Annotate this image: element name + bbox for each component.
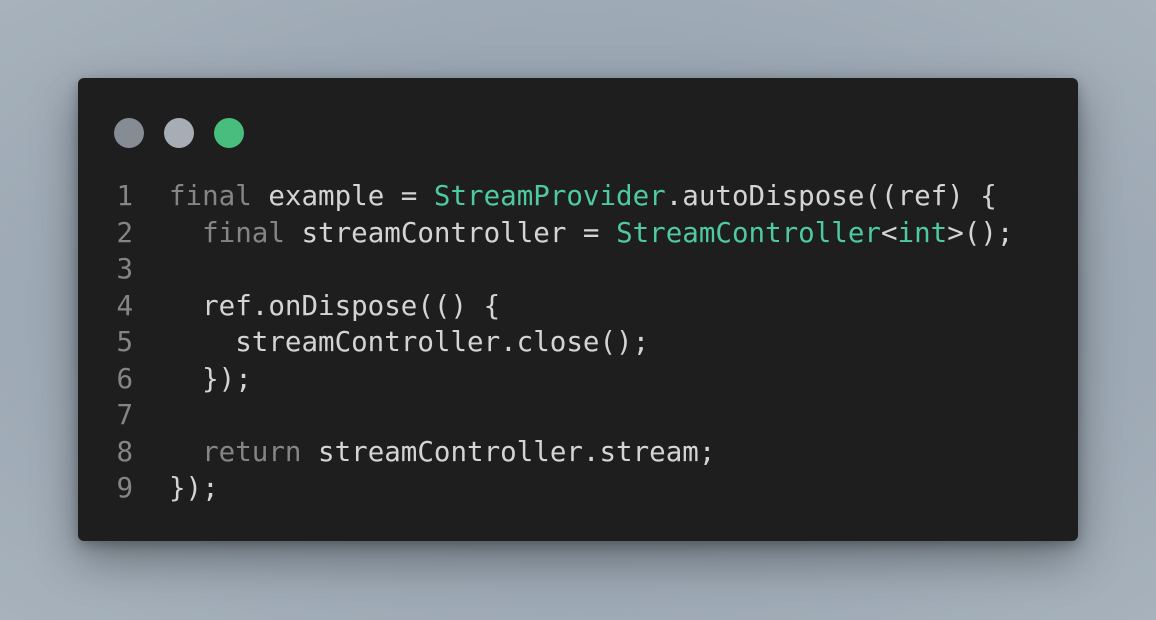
line-number: 8 (116, 435, 133, 468)
code-line-content: final streamController = StreamControlle… (133, 215, 1013, 252)
code-line: 5 streamController.close(); (78, 324, 1013, 361)
code-block: 1 final example = StreamProvider.autoDisp… (78, 178, 1013, 507)
code-line-content: return streamController.stream; (133, 434, 715, 471)
code-token-plain: example = (251, 180, 434, 212)
line-number: 2 (116, 216, 133, 249)
line-number: 3 (116, 253, 133, 285)
code-line-content (133, 397, 169, 434)
line-number: 6 (116, 362, 133, 395)
code-line-content (133, 251, 169, 288)
code-token-keyword: final (169, 180, 252, 212)
window-dot-1-icon[interactable] (114, 118, 144, 148)
code-line-content: streamController.close(); (133, 324, 649, 361)
code-line-content: final example = StreamProvider.autoDispo… (133, 178, 997, 215)
line-number: 7 (116, 399, 133, 431)
code-line: 3 (78, 251, 1013, 288)
line-number: 9 (116, 472, 133, 504)
code-line-content: ref.onDispose(() { (133, 288, 500, 325)
code-token-plain: ref.onDispose(() { (169, 289, 501, 322)
code-token-plain: < (880, 216, 898, 249)
code-token-keyword: final (202, 216, 285, 249)
line-number: 1 (116, 180, 133, 212)
code-token-plain: streamController = (284, 216, 617, 249)
code-line: 7 (78, 397, 1013, 434)
code-token-type: StreamController (616, 216, 881, 249)
code-line: 8 return streamController.stream; (78, 434, 1013, 471)
code-token-plain: >(); (947, 216, 1014, 249)
code-token-keyword: return (202, 435, 302, 468)
code-token-plain: streamController.stream; (301, 435, 716, 468)
line-number: 4 (116, 289, 133, 322)
code-line: 4 ref.onDispose(() { (78, 288, 1013, 325)
code-line-content: }); (133, 470, 219, 507)
window-dot-3-icon[interactable] (214, 118, 244, 148)
code-line: 2 final streamController = StreamControl… (78, 215, 1013, 252)
code-line: 6 }); (78, 361, 1013, 398)
code-token-plain: .autoDispose((ref) { (665, 180, 997, 212)
code-token-type: StreamProvider (433, 180, 666, 212)
code-token-plain: streamController.close(); (169, 326, 650, 358)
line-number: 5 (116, 326, 133, 358)
code-token-type: int (897, 216, 948, 249)
window-dot-2-icon[interactable] (164, 118, 194, 148)
window-controls (114, 118, 244, 148)
code-token-plain: }); (169, 362, 252, 395)
code-token-plain: }); (169, 472, 219, 504)
code-line: 9}); (78, 470, 1013, 507)
code-window: 1 final example = StreamProvider.autoDisp… (78, 78, 1078, 541)
code-line: 1 final example = StreamProvider.autoDisp… (78, 178, 1013, 215)
code-line-content: }); (133, 361, 252, 398)
